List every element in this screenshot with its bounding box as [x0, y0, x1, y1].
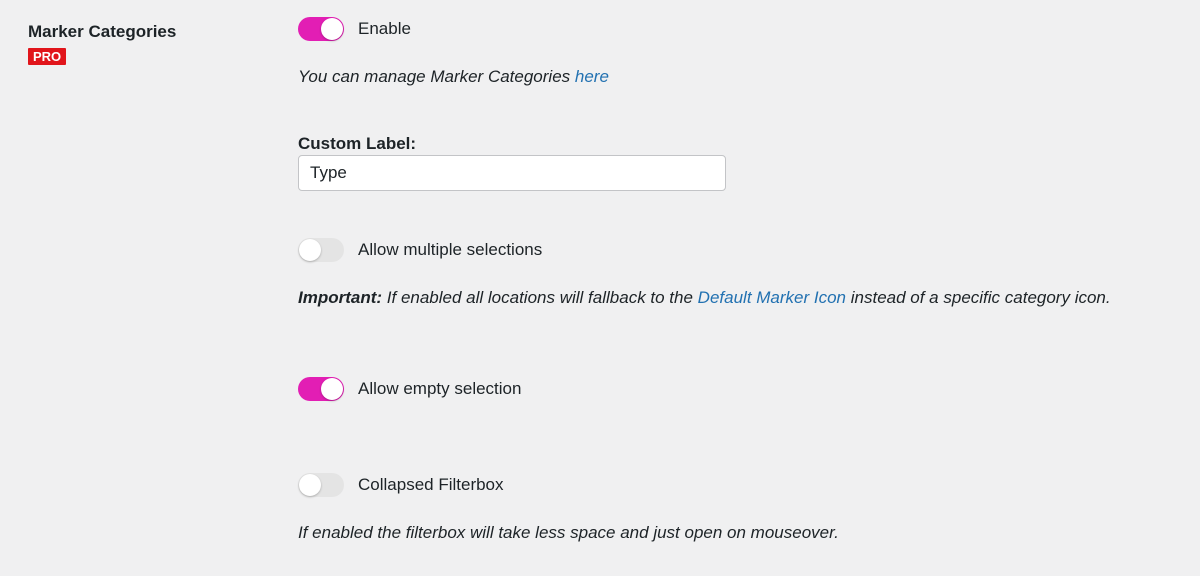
- important-note-text-before: If enabled all locations will fallback t…: [382, 288, 698, 307]
- manage-categories-note: You can manage Marker Categories here: [298, 67, 609, 87]
- empty-selection-toggle[interactable]: [298, 377, 344, 401]
- important-note: Important: If enabled all locations will…: [298, 288, 1111, 308]
- enable-toggle[interactable]: [298, 17, 344, 41]
- toggle-knob: [299, 239, 321, 261]
- default-marker-icon-link[interactable]: Default Marker Icon: [698, 288, 846, 307]
- enable-label: Enable: [358, 19, 411, 38]
- custom-label-input[interactable]: [298, 155, 726, 191]
- important-note-text-after: instead of a specific category icon.: [846, 288, 1111, 307]
- filterbox-note: If enabled the filterbox will take less …: [298, 523, 839, 542]
- important-note-strong: Important:: [298, 288, 383, 307]
- collapsed-filterbox-row: Collapsed Filterbox: [298, 473, 504, 497]
- collapsed-filterbox-label: Collapsed Filterbox: [358, 475, 504, 494]
- custom-label-heading: Custom Label:: [298, 134, 417, 153]
- multiple-selections-label: Allow multiple selections: [358, 240, 543, 259]
- toggle-knob: [321, 18, 343, 40]
- empty-selection-label: Allow empty selection: [358, 379, 522, 398]
- empty-selection-row: Allow empty selection: [298, 377, 521, 401]
- multiple-selections-toggle[interactable]: [298, 238, 344, 262]
- enable-row: Enable: [298, 17, 411, 41]
- manage-note-text: You can manage Marker Categories: [298, 67, 575, 86]
- multiple-selections-row: Allow multiple selections: [298, 238, 542, 262]
- collapsed-filterbox-toggle[interactable]: [298, 473, 344, 497]
- section-title: Marker Categories: [28, 22, 177, 41]
- pro-badge: PRO: [28, 48, 67, 65]
- toggle-knob: [299, 474, 321, 496]
- toggle-knob: [321, 378, 343, 400]
- manage-categories-link[interactable]: here: [575, 67, 609, 86]
